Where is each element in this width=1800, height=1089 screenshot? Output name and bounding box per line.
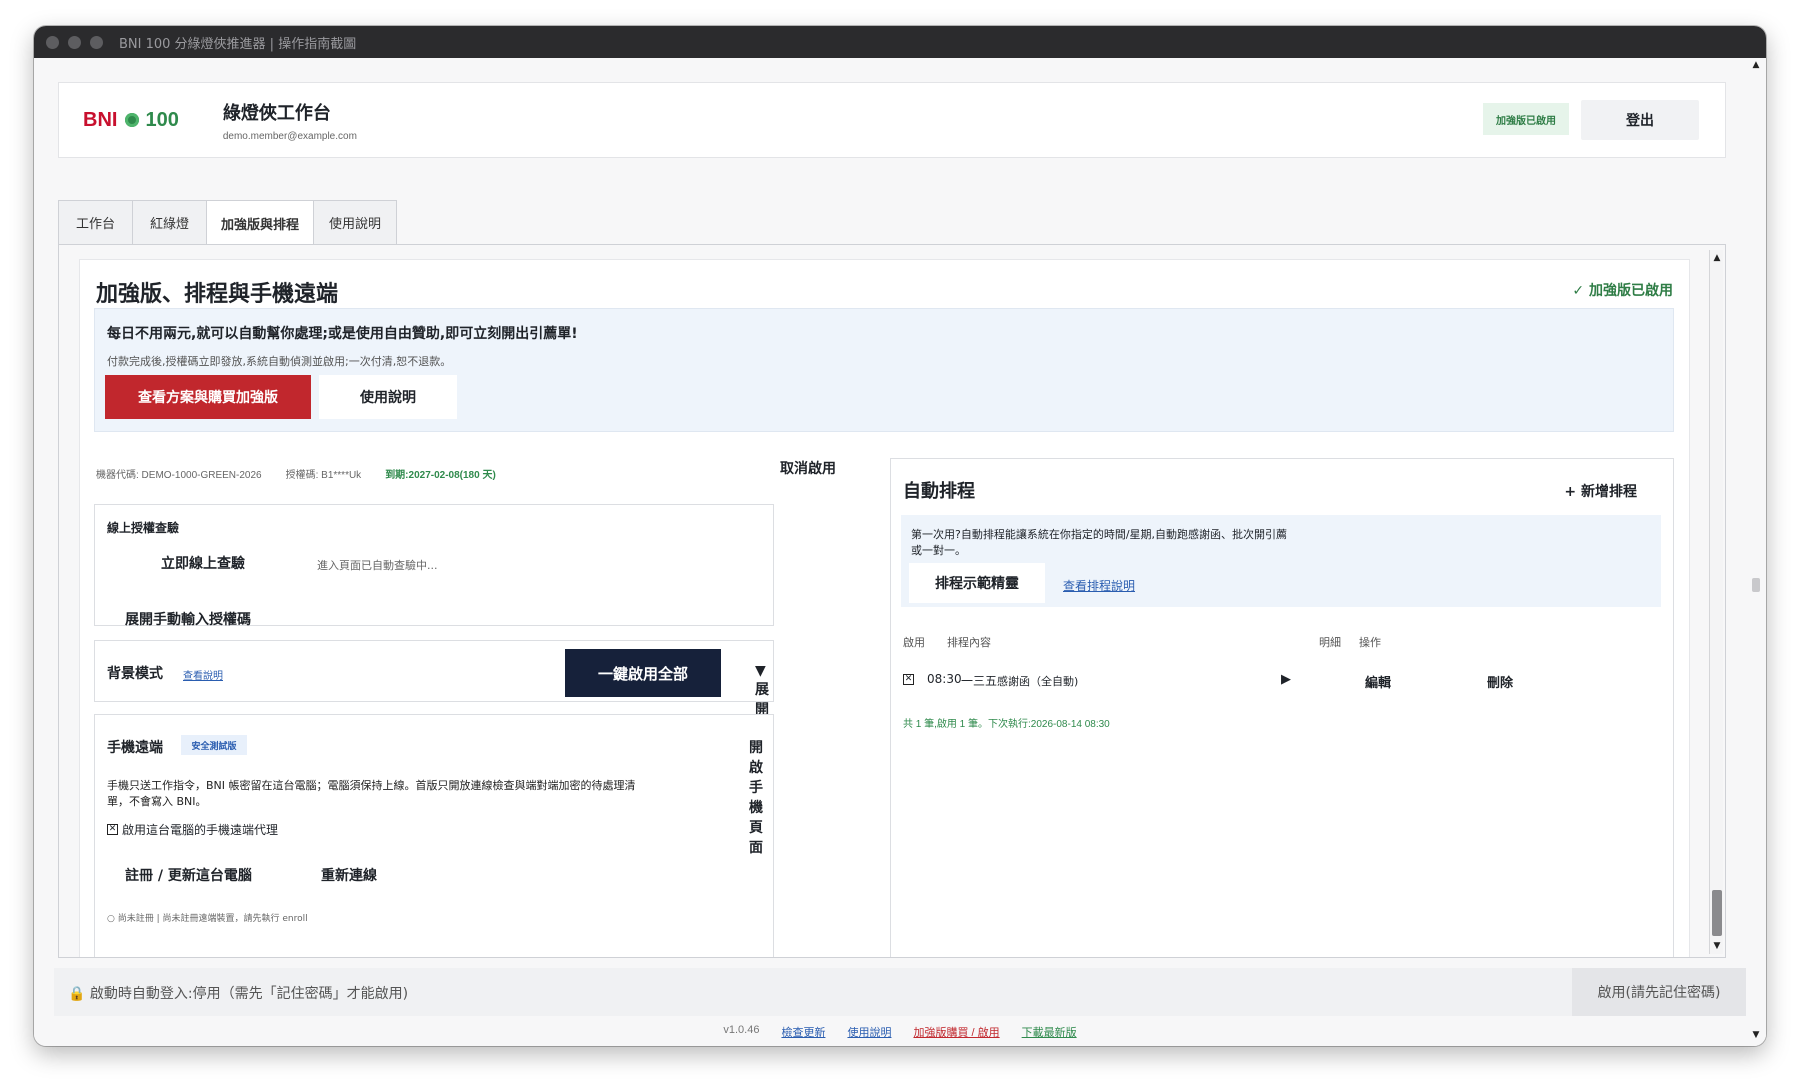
reconnect-button[interactable]: 重新連線 bbox=[321, 865, 377, 885]
license-info: 機器代碼: DEMO-1000-GREEN-2026 授權碼: B1****Uk… bbox=[96, 466, 496, 481]
background-help-link[interactable]: 查看說明 bbox=[183, 667, 223, 682]
promo-banner: 每日不用兩元,就可以自動幫你處理;或是使用自由贊助,即可立刻開出引薦單! 付款完… bbox=[94, 308, 1674, 432]
logo-bni-text: BNI bbox=[83, 108, 118, 131]
schedule-days: 一三五 bbox=[961, 674, 998, 688]
online-check-button[interactable]: 立即線上查驗 bbox=[161, 553, 245, 573]
run-now-icon[interactable]: ▶ bbox=[1281, 672, 1291, 687]
background-mode-title: 背景模式 bbox=[107, 666, 163, 682]
mobile-desc-line1: 手機只送工作指令，BNI 帳密留在這台電腦；電腦須保持上線。首版只開放連線檢查與… bbox=[107, 779, 636, 792]
register-device-button[interactable]: 註冊 / 更新這台電腦 bbox=[125, 865, 252, 885]
scroll-up-icon[interactable]: ▲ bbox=[1712, 253, 1722, 263]
premium-status-badge: 加強版已啟用 bbox=[1483, 103, 1569, 135]
app-window: BNI 100 分綠燈俠推進器 | 操作指南截圖 BNI 100 綠燈俠工作台 … bbox=[34, 26, 1766, 1046]
schedule-intro-box: 第一次用?自動排程能讓系統在你指定的時間/星期,自動跑感謝函、批次開引薦 或一對… bbox=[901, 515, 1661, 607]
autologin-status: 🔒 啟動時自動登入:停用（需先「記住密碼」才能啟用) bbox=[68, 986, 409, 1002]
schedule-time: 08:30 bbox=[927, 672, 962, 686]
close-window-button[interactable] bbox=[46, 35, 59, 49]
minimize-window-button[interactable] bbox=[68, 35, 81, 49]
promo-help-button[interactable]: 使用說明 bbox=[319, 375, 457, 419]
footer-links: v1.0.46 檢查更新 使用說明 加強版購買 / 啟用 下載最新版 bbox=[34, 1024, 1766, 1040]
schedule-enable-checkbox[interactable]: ✕ bbox=[903, 674, 914, 685]
open-mobile-page-button[interactable]: 開啟手機頁面 bbox=[749, 737, 773, 857]
bni-logo: BNI 100 bbox=[83, 109, 179, 132]
promo-headline: 每日不用兩元,就可以自動幫你處理;或是使用自由贊助,即可立刻開出引薦單! bbox=[107, 326, 578, 342]
schedule-help-link[interactable]: 查看排程說明 bbox=[1063, 577, 1135, 594]
page-title: 加強版、排程與手機遠端 bbox=[96, 282, 339, 307]
col-action: 操作 bbox=[1359, 636, 1381, 649]
mobile-agent-checkbox-label: 啟用這台電腦的手機遠端代理 bbox=[122, 823, 279, 837]
buy-premium-button[interactable]: 查看方案與購買加強版 bbox=[105, 375, 311, 419]
manual-license-toggle[interactable]: 展開手動輸入授權碼 bbox=[125, 609, 251, 629]
schedule-intro-line1: 第一次用?自動排程能讓系統在你指定的時間/星期,自動跑感謝函、批次開引薦 bbox=[911, 528, 1288, 541]
schedule-title: 自動排程 bbox=[903, 481, 975, 502]
tab-workbench[interactable]: 工作台 bbox=[58, 200, 133, 244]
panel-scrollbar[interactable]: ▲ ▼ bbox=[1709, 250, 1723, 954]
tab-traffic-light[interactable]: 紅綠燈 bbox=[132, 200, 207, 244]
auth-code: 授權碼: B1****Uk bbox=[285, 470, 362, 481]
machine-code: 機器代碼: DEMO-1000-GREEN-2026 bbox=[96, 470, 262, 481]
premium-active-status: ✓ 加強版已啟用 bbox=[1572, 283, 1673, 299]
download-latest-link[interactable]: 下載最新版 bbox=[1022, 1024, 1077, 1040]
background-mode-section: 背景模式 查看說明 一鍵啟用全部 ▼ 展開設定 bbox=[94, 640, 774, 758]
premium-card: 加強版、排程與手機遠端 ✓ 加強版已啟用 每日不用兩元,就可以自動幫你處理;或是… bbox=[79, 259, 1690, 957]
col-detail: 明細 bbox=[1319, 636, 1341, 649]
enable-all-button[interactable]: 一鍵啟用全部 bbox=[565, 649, 721, 697]
mobile-registration-status: ○ 尚未註冊 | 尚未註冊遠端裝置，請先執行 enroll bbox=[107, 914, 308, 924]
header-text: 綠燈俠工作台 demo.member@example.com bbox=[223, 99, 357, 142]
col-enable: 啟用 bbox=[903, 636, 925, 649]
title-bar: BNI 100 分綠燈俠推進器 | 操作指南截圖 bbox=[34, 26, 1766, 58]
user-email: demo.member@example.com bbox=[222, 130, 357, 142]
cancel-activation-button[interactable]: 取消啟用 bbox=[780, 458, 836, 478]
green-light-icon bbox=[125, 113, 140, 127]
enable-autologin-button[interactable]: 啟用(請先記住密碼) bbox=[1572, 968, 1746, 1016]
online-check-status: 進入頁面已自動查驗中... bbox=[317, 559, 438, 572]
edit-schedule-button[interactable]: 編輯 bbox=[1365, 672, 1391, 691]
online-check-section: 線上授權查驗 立即線上查驗 進入頁面已自動查驗中... 展開手動輸入授權碼 bbox=[94, 504, 774, 629]
window-scrollbar[interactable]: ▲ ▼ bbox=[1746, 58, 1766, 1046]
auto-schedule-section: 自動排程 + 新增排程 第一次用?自動排程能讓系統在你指定的時間/星期,自動跑感… bbox=[890, 458, 1674, 957]
schedule-summary: 共 1 筆,啟用 1 筆。下次執行:2026-08-14 08:30 bbox=[903, 719, 1110, 730]
tab-panel: 加強版、排程與手機遠端 ✓ 加強版已啟用 每日不用兩元,就可以自動幫你處理;或是… bbox=[58, 244, 1726, 958]
app-content: BNI 100 綠燈俠工作台 demo.member@example.com 加… bbox=[34, 58, 1766, 1046]
footer-buy-link[interactable]: 加強版購買 / 啟用 bbox=[913, 1024, 999, 1040]
schedule-intro-line2: 或一對一。 bbox=[911, 544, 966, 557]
window-scroll-up-icon[interactable]: ▲ bbox=[1750, 60, 1762, 72]
mobile-agent-checkbox[interactable]: ✕ bbox=[107, 824, 118, 835]
app-header: BNI 100 綠燈俠工作台 demo.member@example.com 加… bbox=[58, 82, 1726, 158]
tab-premium-schedule[interactable]: 加強版與排程 bbox=[206, 200, 314, 246]
promo-subtext: 付款完成後,授權碼立即發放,系統自動偵測並啟用;一次付清,恕不退款。 bbox=[107, 355, 452, 368]
schedule-task: 感謝函（全自動) bbox=[997, 675, 1079, 688]
logo-number: 100 bbox=[145, 108, 179, 131]
app-title: 綠燈俠工作台 bbox=[222, 102, 331, 124]
beta-tag: 安全測試版 bbox=[181, 735, 247, 755]
check-update-link[interactable]: 檢查更新 bbox=[781, 1024, 825, 1040]
add-schedule-button[interactable]: + 新增排程 bbox=[1564, 481, 1637, 501]
schedule-intro-text: 第一次用?自動排程能讓系統在你指定的時間/星期,自動跑感謝函、批次開引薦 或一對… bbox=[911, 527, 1331, 559]
delete-schedule-button[interactable]: 刪除 bbox=[1487, 672, 1513, 691]
window-scroll-thumb[interactable] bbox=[1752, 578, 1760, 592]
mobile-remote-title: 手機遠端 bbox=[107, 740, 163, 756]
autologin-bar: 🔒 啟動時自動登入:停用（需先「記住密碼」才能啟用) 啟用(請先記住密碼) bbox=[54, 968, 1746, 1016]
window-scroll-down-icon[interactable]: ▼ bbox=[1750, 1030, 1762, 1042]
license-expiry: 到期:2027-02-08(180 天) bbox=[385, 470, 496, 481]
schedule-demo-button[interactable]: 排程示範精靈 bbox=[909, 563, 1045, 603]
mobile-remote-section: 手機遠端 安全測試版 開啟手機頁面 手機只送工作指令，BNI 帳密留在這台電腦；… bbox=[94, 714, 774, 957]
window-title: BNI 100 分綠燈俠推進器 | 操作指南截圖 bbox=[119, 36, 357, 52]
mobile-desc-line2: 單，不會寫入 BNI。 bbox=[107, 795, 207, 808]
tab-help[interactable]: 使用說明 bbox=[313, 200, 397, 244]
mobile-agent-checkbox-row[interactable]: ✕ 啟用這台電腦的手機遠端代理 bbox=[107, 821, 278, 838]
logout-button[interactable]: 登出 bbox=[1581, 100, 1699, 140]
footer-help-link[interactable]: 使用說明 bbox=[847, 1024, 891, 1040]
window-controls bbox=[46, 35, 103, 49]
online-check-title: 線上授權查驗 bbox=[107, 521, 180, 535]
scroll-down-icon[interactable]: ▼ bbox=[1712, 941, 1722, 951]
main-tabs: 工作台 紅綠燈 加強版與排程 使用說明 bbox=[58, 200, 397, 246]
panel-scroll-thumb[interactable] bbox=[1712, 890, 1722, 936]
col-content: 排程內容 bbox=[947, 636, 991, 649]
app-version: v1.0.46 bbox=[723, 1024, 760, 1036]
zoom-window-button[interactable] bbox=[90, 35, 103, 49]
